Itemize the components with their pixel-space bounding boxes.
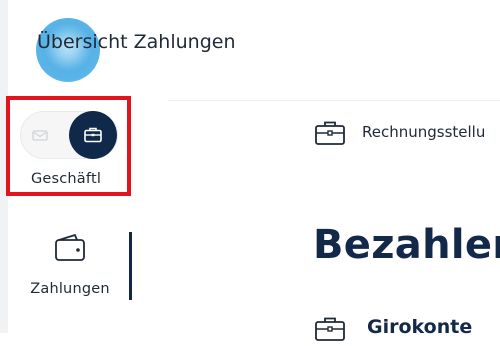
page-title: Übersicht Zahlungen [37, 31, 236, 53]
sidebar-item-label: Zahlungen [30, 281, 110, 297]
header-divider [168, 100, 500, 101]
wallet-icon [53, 232, 87, 268]
highlight-box [6, 96, 131, 196]
briefcase-icon [314, 120, 346, 150]
section-heading: Bezahler [313, 222, 500, 268]
briefcase-icon [314, 316, 346, 346]
rechnungsstellung-label: Rechnungsstellu [362, 123, 486, 141]
girokonto-label: Girokonte [367, 316, 473, 338]
